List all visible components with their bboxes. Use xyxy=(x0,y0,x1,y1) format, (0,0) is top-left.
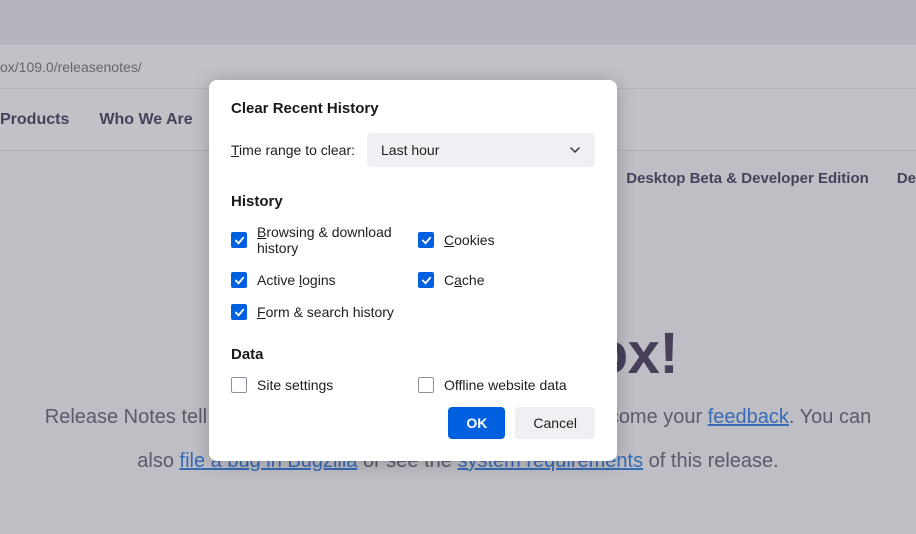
data-section-header: Data xyxy=(231,346,595,363)
checkbox-site-settings[interactable]: Site settings xyxy=(231,377,408,393)
cancel-button[interactable]: Cancel xyxy=(515,407,595,439)
clear-history-dialog: Clear Recent History Time range to clear… xyxy=(209,80,617,461)
checkbox-active-logins[interactable]: Active logins xyxy=(231,272,408,288)
checkbox-label: Offline website data xyxy=(444,377,567,393)
checkbox-form-history[interactable]: Form & search history xyxy=(231,304,408,320)
checkbox-label: Browsing & download history xyxy=(257,224,408,256)
checkmark-icon xyxy=(231,304,247,320)
time-range-value: Last hour xyxy=(381,142,439,158)
checkbox-browsing-history[interactable]: Browsing & download history xyxy=(231,224,408,256)
checkbox-label: Cookies xyxy=(444,232,495,248)
history-section-header: History xyxy=(231,193,595,210)
checkbox-offline-data[interactable]: Offline website data xyxy=(418,377,595,393)
checkmark-icon xyxy=(231,272,247,288)
dialog-title: Clear Recent History xyxy=(231,100,595,117)
checkbox-empty-icon xyxy=(418,377,434,393)
checkbox-empty-icon xyxy=(231,377,247,393)
time-range-select[interactable]: Last hour xyxy=(367,133,595,167)
chevron-down-icon xyxy=(569,144,581,156)
checkbox-label: Form & search history xyxy=(257,304,394,320)
checkmark-icon xyxy=(418,272,434,288)
checkbox-cookies[interactable]: Cookies xyxy=(418,224,595,256)
checkbox-label: Active logins xyxy=(257,272,336,288)
checkbox-label: Cache xyxy=(444,272,485,288)
ok-button[interactable]: OK xyxy=(448,407,505,439)
checkbox-label: Site settings xyxy=(257,377,333,393)
checkmark-icon xyxy=(418,232,434,248)
time-range-label: Time range to clear: xyxy=(231,142,355,158)
checkbox-cache[interactable]: Cache xyxy=(418,272,595,288)
checkmark-icon xyxy=(231,232,247,248)
